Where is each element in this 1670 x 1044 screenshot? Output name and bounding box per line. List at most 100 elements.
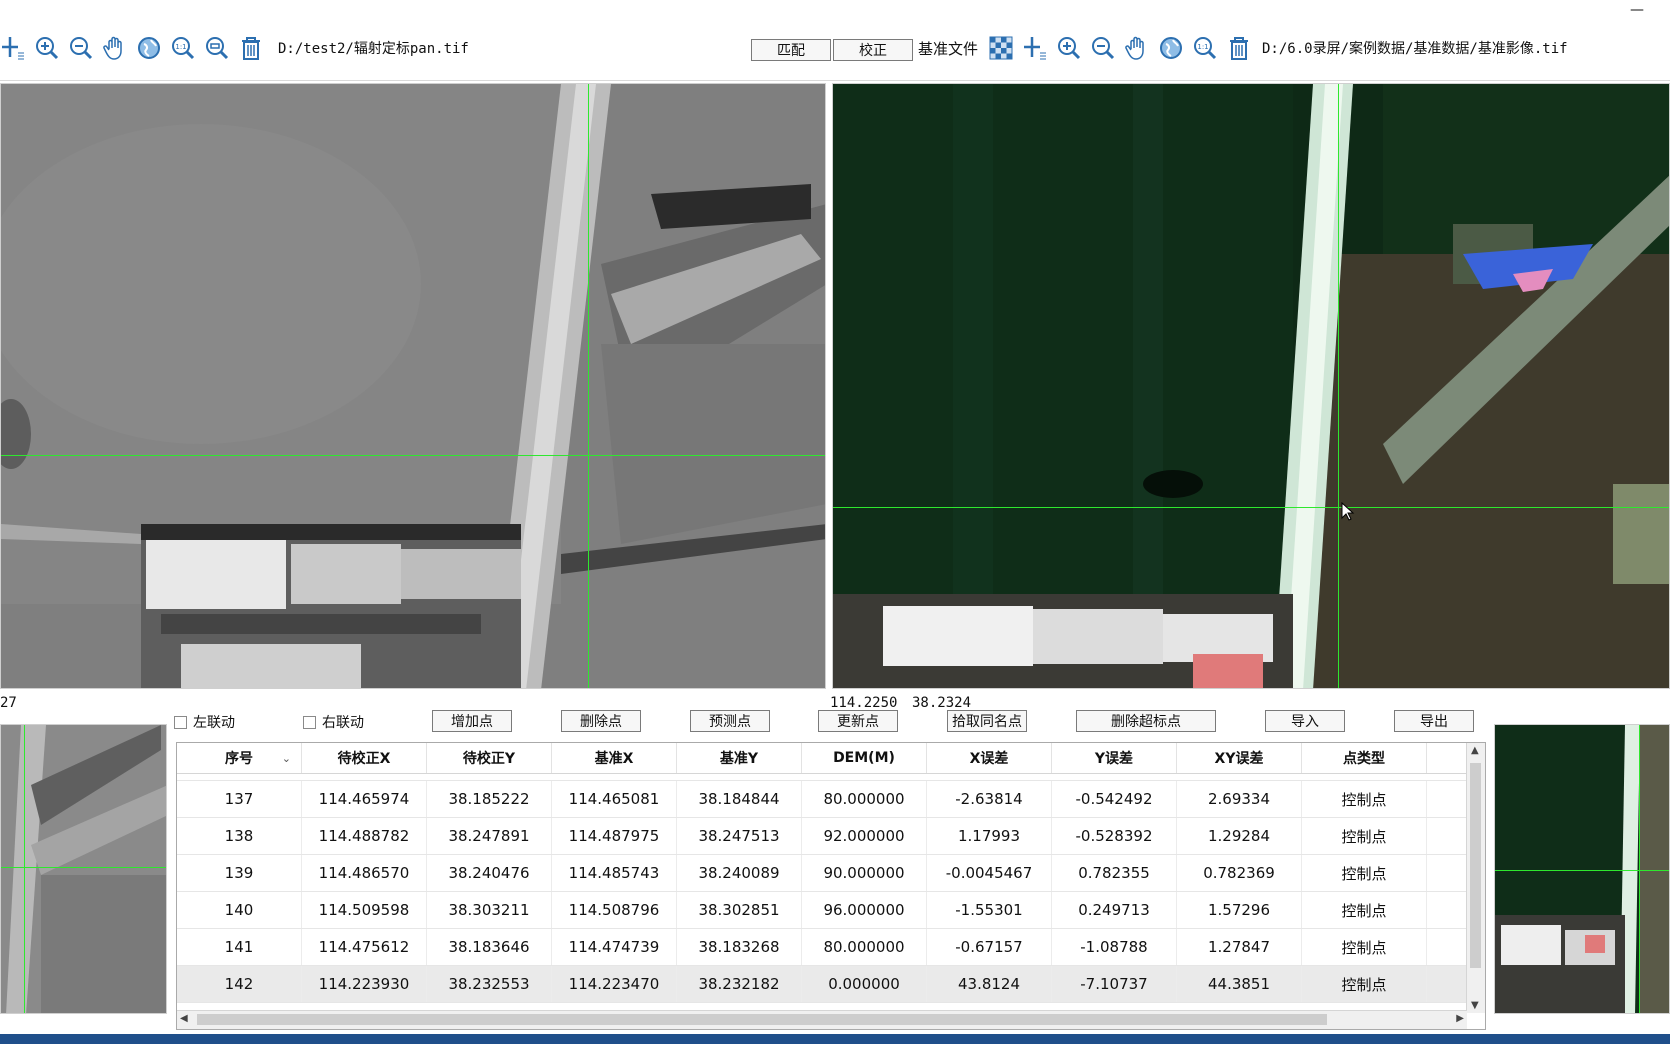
checker-icon[interactable] bbox=[988, 35, 1014, 61]
minimize-button[interactable]: — bbox=[1630, 2, 1644, 18]
left-status-fragment: 27 bbox=[0, 695, 17, 711]
add-point-button[interactable]: 增加点 bbox=[432, 710, 512, 732]
right-thumbnail[interactable] bbox=[1494, 724, 1670, 1014]
table-cell: 92.000000 bbox=[802, 818, 927, 854]
table-cell: 1.29284 bbox=[1177, 818, 1302, 854]
zoom-1to1-icon[interactable]: 1:1 bbox=[1192, 35, 1218, 61]
pick-same-point-button[interactable]: 拾取同名点 bbox=[947, 710, 1027, 732]
table-cell: -0.0045467 bbox=[927, 855, 1052, 891]
right-thumb-crosshair-v bbox=[1639, 725, 1640, 1013]
left-thumb-crosshair-v bbox=[24, 725, 25, 1013]
pan-hand-icon[interactable] bbox=[1124, 35, 1150, 61]
table-cell: 114.475612 bbox=[302, 929, 427, 965]
col-header-dem[interactable]: DEM(M) bbox=[802, 743, 927, 773]
zoom-region-icon[interactable] bbox=[204, 35, 230, 61]
left-link-checkbox[interactable]: 左联动 bbox=[174, 712, 235, 732]
table-cell: 38.183646 bbox=[427, 929, 552, 965]
right-base-image bbox=[833, 84, 1669, 688]
table-cell: 0.249713 bbox=[1052, 892, 1177, 928]
right-link-box[interactable] bbox=[303, 715, 316, 729]
table-cell: 138 bbox=[177, 818, 302, 854]
table-row[interactable]: 137 114.465974 38.185222 114.465081 38.18484… bbox=[177, 781, 1467, 818]
table-cell: 1.17993 bbox=[927, 818, 1052, 854]
hscroll-thumb[interactable] bbox=[197, 1014, 1327, 1025]
right-thumb-crosshair-h bbox=[1495, 870, 1669, 871]
base-file-label[interactable]: 基准文件 bbox=[918, 38, 978, 59]
table-row-partial bbox=[177, 773, 1467, 781]
import-button[interactable]: 导入 bbox=[1265, 710, 1345, 732]
table-cell: 96.000000 bbox=[802, 892, 927, 928]
zoom-out-icon[interactable] bbox=[1090, 35, 1116, 61]
add-point-icon[interactable] bbox=[0, 35, 26, 61]
zoom-in-icon[interactable] bbox=[34, 35, 60, 61]
delete-icon[interactable] bbox=[238, 35, 264, 61]
table-cell: 0.782369 bbox=[1177, 855, 1302, 891]
svg-text:1:1: 1:1 bbox=[1197, 43, 1208, 51]
scroll-thumb[interactable] bbox=[1470, 763, 1481, 968]
table-cell: 38.247513 bbox=[677, 818, 802, 854]
table-cell: 1.57296 bbox=[1177, 892, 1302, 928]
col-header-src-y[interactable]: 待校正Y bbox=[427, 743, 552, 773]
globe-icon[interactable] bbox=[1158, 35, 1184, 61]
globe-icon[interactable] bbox=[136, 35, 162, 61]
table-cell: 43.8124 bbox=[927, 966, 1052, 1002]
right-link-checkbox[interactable]: 右联动 bbox=[303, 712, 364, 732]
match-button[interactable]: 匹配 bbox=[751, 39, 831, 61]
right-toolbar: 1:1 D:/6.0录屏/案例数据/基准数据/基准影像.tif bbox=[988, 28, 1568, 68]
table-cell: 90.000000 bbox=[802, 855, 927, 891]
table-cell: -7.10737 bbox=[1052, 966, 1177, 1002]
col-header-seq[interactable]: 序号 ⌄ bbox=[177, 743, 302, 773]
table-row[interactable]: 138 114.488782 38.247891 114.487975 38.24751… bbox=[177, 818, 1467, 855]
table-cell: 114.223470 bbox=[552, 966, 677, 1002]
zoom-in-icon[interactable] bbox=[1056, 35, 1082, 61]
table-row[interactable]: 142 114.223930 38.232553 114.223470 38.23218… bbox=[177, 966, 1467, 1003]
scroll-left-icon[interactable]: ◀ bbox=[180, 1013, 188, 1024]
table-row[interactable]: 139 114.486570 38.240476 114.485743 38.24008… bbox=[177, 855, 1467, 892]
scroll-up-icon[interactable]: ▲ bbox=[1471, 745, 1479, 756]
table-horizontal-scrollbar[interactable]: ◀ ▶ bbox=[177, 1010, 1467, 1029]
add-point-icon[interactable] bbox=[1022, 35, 1048, 61]
left-toolbar: 1:1 D:/test2/辐射定标pan.tif bbox=[0, 28, 469, 68]
scroll-down-icon[interactable]: ▼ bbox=[1471, 1000, 1479, 1011]
col-header-point-type[interactable]: 点类型 bbox=[1302, 743, 1427, 773]
left-link-box[interactable] bbox=[174, 715, 187, 729]
table-cell: 114.486570 bbox=[302, 855, 427, 891]
table-cell: 0.000000 bbox=[802, 966, 927, 1002]
table-body: 137 114.465974 38.185222 114.465081 38.18484… bbox=[177, 773, 1467, 1003]
table-cell: 114.223930 bbox=[302, 966, 427, 1002]
zoom-out-icon[interactable] bbox=[68, 35, 94, 61]
update-point-button[interactable]: 更新点 bbox=[818, 710, 898, 732]
col-header-base-y[interactable]: 基准Y bbox=[677, 743, 802, 773]
table-cell: 38.247891 bbox=[427, 818, 552, 854]
table-vertical-scrollbar[interactable]: ▲ ▼ bbox=[1466, 743, 1485, 1013]
col-header-x-err[interactable]: X误差 bbox=[927, 743, 1052, 773]
left-image-viewer[interactable] bbox=[0, 83, 826, 689]
table-cell: 114.509598 bbox=[302, 892, 427, 928]
sort-chevron-icon[interactable]: ⌄ bbox=[282, 752, 291, 765]
correct-button[interactable]: 校正 bbox=[833, 39, 913, 61]
col-header-xy-err[interactable]: XY误差 bbox=[1177, 743, 1302, 773]
delete-point-button[interactable]: 删除点 bbox=[561, 710, 641, 732]
table-header: 序号 ⌄ 待校正X 待校正Y 基准X 基准Y DEM(M) X误差 Y误差 XY… bbox=[177, 743, 1467, 774]
control-point-table[interactable]: 序号 ⌄ 待校正X 待校正Y 基准X 基准Y DEM(M) X误差 Y误差 XY… bbox=[176, 742, 1486, 1030]
pan-hand-icon[interactable] bbox=[102, 35, 128, 61]
predict-point-button[interactable]: 预测点 bbox=[690, 710, 770, 732]
coord-x-readout: 114.2250 bbox=[830, 695, 898, 711]
export-button[interactable]: 导出 bbox=[1394, 710, 1474, 732]
left-thumbnail[interactable] bbox=[0, 724, 167, 1014]
table-cell: 114.485743 bbox=[552, 855, 677, 891]
col-header-base-x[interactable]: 基准X bbox=[552, 743, 677, 773]
col-header-src-x[interactable]: 待校正X bbox=[302, 743, 427, 773]
col-header-y-err[interactable]: Y误差 bbox=[1052, 743, 1177, 773]
scroll-right-icon[interactable]: ▶ bbox=[1456, 1013, 1464, 1024]
table-row[interactable]: 140 114.509598 38.303211 114.508796 38.30285… bbox=[177, 892, 1467, 929]
table-cell: 38.232182 bbox=[677, 966, 802, 1002]
table-row[interactable]: 141 114.475612 38.183646 114.474739 38.18326… bbox=[177, 929, 1467, 966]
right-image-viewer[interactable] bbox=[832, 83, 1670, 689]
delete-icon[interactable] bbox=[1226, 35, 1252, 61]
left-thumbnail-image bbox=[1, 725, 166, 1013]
table-cell: 控制点 bbox=[1302, 855, 1427, 891]
delete-exceed-point-button[interactable]: 删除超标点 bbox=[1076, 710, 1216, 732]
table-cell: 114.465974 bbox=[302, 781, 427, 817]
zoom-1to1-icon[interactable]: 1:1 bbox=[170, 35, 196, 61]
